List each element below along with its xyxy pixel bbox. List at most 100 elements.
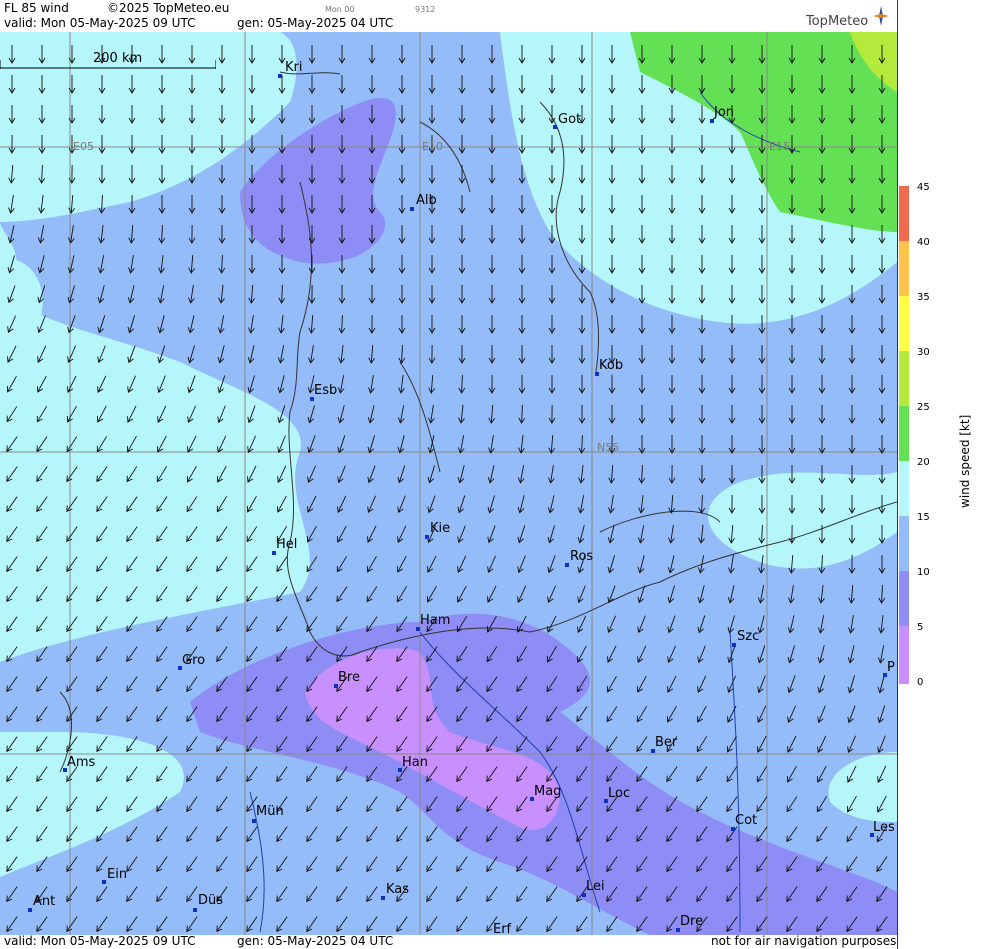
wind-arrow [97, 345, 106, 364]
wind-arrow [848, 495, 856, 514]
wind-arrow [6, 375, 17, 393]
wind-arrow [728, 494, 736, 514]
city-label-hel: Hel [276, 537, 298, 552]
wind-arrow [878, 495, 886, 514]
wind-arrow [848, 525, 856, 544]
city-label-dre: Dre [680, 914, 704, 929]
city-label-lei: Lei [586, 879, 605, 894]
wind-arrow [127, 375, 136, 394]
map-header: FL 85 wind ©2025 TopMeteo.eu Mon 00 9312… [0, 0, 897, 32]
wind-arrow [246, 526, 258, 543]
wind-arrow [66, 466, 78, 483]
wind-arrow [6, 436, 18, 453]
city-marker [553, 125, 557, 129]
scale-bar-label: 200 km [93, 51, 143, 66]
wind-arrow [66, 736, 78, 753]
wind-arrow [97, 375, 107, 393]
wind-speed-field [0, 32, 897, 935]
colorbar-segment-10-15 [899, 516, 909, 571]
wind-arrow [788, 495, 796, 514]
city-marker [252, 819, 256, 823]
city-label-kie: Kie [430, 521, 451, 536]
grid-label-e05: E05 [73, 140, 94, 153]
colorbar-tick: 10 [917, 567, 930, 578]
city-marker [410, 207, 414, 211]
wind-arrow [246, 556, 258, 573]
colorbar-title: wind speed [kt] [958, 414, 972, 508]
city-label-ros: Ros [570, 549, 594, 564]
wind-arrow [127, 345, 136, 364]
topmeteo-logo: TopMeteo [806, 14, 869, 29]
city-marker [381, 896, 385, 900]
city-marker [193, 908, 197, 912]
city-label-ant: Ant [33, 894, 56, 909]
colorbar-tick: 20 [917, 457, 930, 468]
city-label-ber: Ber [655, 735, 678, 750]
compass-star-icon [873, 6, 889, 26]
colorbar-tick: 25 [917, 402, 930, 413]
wind-arrow [6, 736, 18, 753]
wind-arrow [157, 405, 167, 423]
wind-arrow [96, 616, 108, 633]
wind-arrow [187, 435, 197, 453]
city-label-bre: Bre [338, 670, 360, 685]
colorbar-segment-0-5 [899, 626, 909, 684]
wind-arrow [156, 496, 168, 513]
city-label-erf: Erf [493, 922, 512, 935]
valid-time: valid: Mon 05-May-2025 09 UTC [4, 16, 196, 30]
run-code: Mon 00 [325, 5, 355, 14]
city-label-gro: Gro [182, 653, 206, 668]
wind-arrow [246, 586, 258, 603]
wind-arrow [36, 436, 48, 453]
city-marker [732, 643, 736, 647]
city-marker [565, 563, 569, 567]
colorbar-tick: 35 [917, 292, 930, 303]
city-label-kas: Kas [386, 882, 410, 897]
wind-arrow [216, 586, 228, 603]
city-label-esb: Esb [314, 383, 338, 398]
city-label-han: Han [402, 755, 428, 770]
colorbar-tick: 5 [917, 622, 924, 633]
wind-arrow [758, 495, 766, 514]
wind-map: E05 E10 E15 N55 200 km Kri Got Jon Alb E… [0, 32, 897, 935]
wind-arrow [818, 495, 826, 514]
wind-arrow [6, 856, 18, 873]
city-label-mun: Mün [256, 804, 284, 819]
wind-arrow [67, 345, 76, 364]
wind-arrow [36, 406, 48, 423]
colorbar-segment-15-20 [899, 461, 909, 516]
colorbar-segment-30-35 [899, 296, 909, 351]
wind-arrow [758, 524, 766, 544]
city-label-loc: Loc [608, 786, 631, 801]
colorbar-tick: 30 [917, 347, 930, 358]
city-label-mag: Mag [534, 784, 562, 799]
wind-arrow [246, 495, 257, 513]
grid-label-n55: N55 [597, 441, 620, 454]
legend-pane [897, 0, 989, 949]
wind-arrow [37, 375, 47, 393]
wind-arrow [37, 345, 47, 363]
map-footer: valid: Mon 05-May-2025 09 UTC gen: 05-Ma… [0, 934, 897, 949]
wind-arrow [186, 465, 197, 483]
colorbar-tick: 0 [917, 677, 924, 688]
wind-arrow [126, 466, 138, 483]
wind-arrow [156, 466, 168, 483]
colorbar-tick: 15 [917, 512, 930, 523]
wind-arrow [818, 554, 826, 574]
wind-arrow [36, 736, 48, 753]
city-label-dus: Düs [198, 893, 224, 908]
wind-arrow [247, 405, 256, 424]
wind-arrow [186, 586, 198, 603]
colorbar-tick: 40 [917, 237, 930, 248]
city-label-ein: Ein [107, 867, 128, 882]
wind-arrow [96, 736, 108, 753]
city-marker [102, 880, 106, 884]
wind-arrow [276, 556, 288, 573]
wind-speed-colorbar [899, 186, 909, 684]
city-label-jon: Jon [714, 105, 735, 120]
grid-label-e10: E10 [422, 140, 443, 153]
wind-arrow [96, 436, 108, 453]
grid-label-e15: E15 [769, 140, 790, 153]
wind-arrow [187, 405, 196, 424]
wind-arrow [127, 405, 137, 423]
